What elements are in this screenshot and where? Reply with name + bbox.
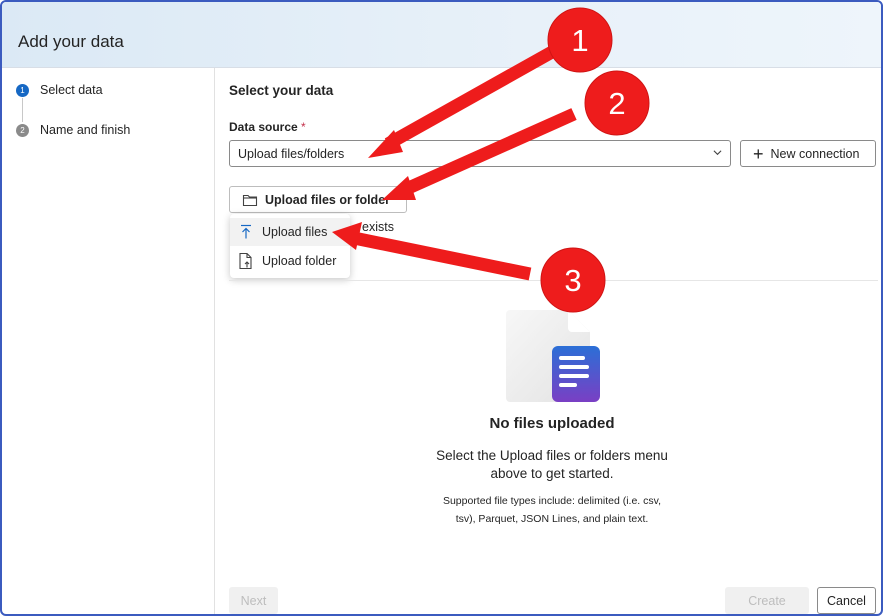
data-source-label: Data source *	[229, 120, 306, 134]
supported-file-types: Supported file types include: delimited …	[442, 495, 662, 525]
cancel-button[interactable]: Cancel	[817, 587, 876, 614]
new-connection-button[interactable]: + New connection	[740, 140, 876, 167]
annotation-badge-2: 2	[584, 70, 650, 136]
empty-document-icon	[506, 310, 600, 402]
step-number: 1	[16, 83, 29, 97]
wizard-steps: 1 Select data 2 Name and finish	[2, 68, 215, 614]
data-source-value: Upload files/folders	[238, 147, 345, 161]
step-name-and-finish[interactable]: 2 Name and finish	[16, 123, 130, 137]
data-source-select[interactable]: Upload files/folders	[229, 140, 731, 167]
menu-item-label: Upload files	[262, 225, 328, 239]
upload-files-or-folder-button[interactable]: Upload files or folder	[229, 186, 407, 213]
empty-state-title: No files uploaded	[489, 415, 615, 432]
dialog-window: Add your data 1 Select data 2 Name and f…	[0, 0, 883, 616]
divider	[229, 280, 878, 281]
dialog-header: Add your data	[2, 2, 881, 68]
folder-icon	[242, 194, 258, 206]
data-source-label-text: Data source	[229, 120, 298, 134]
folder-upload-icon	[239, 252, 252, 270]
step-number: 2	[16, 123, 29, 137]
step-label: Select data	[40, 83, 103, 97]
step-label: Name and finish	[40, 123, 131, 137]
empty-state-message: Select the Upload files or folders menu …	[436, 448, 668, 481]
menu-item-upload-files[interactable]: Upload files	[230, 218, 350, 246]
upload-button-label: Upload files or folder	[265, 192, 391, 207]
badge-number: 2	[608, 86, 625, 121]
step-select-data[interactable]: 1 Select data	[16, 83, 103, 97]
menu-item-label: Upload folder	[262, 254, 337, 268]
upload-arrow-icon	[241, 224, 251, 239]
chevron-down-icon	[713, 150, 722, 156]
dialog-title: Add your data	[18, 32, 124, 51]
step-connector	[22, 98, 23, 122]
create-button[interactable]: Create	[725, 587, 809, 614]
menu-item-upload-folder[interactable]: Upload folder	[230, 247, 350, 275]
section-title: Select your data	[229, 83, 334, 98]
upload-menu: Upload files Upload folder	[230, 214, 350, 278]
new-connection-label: New connection	[770, 146, 860, 161]
exists-text: exists	[362, 220, 394, 234]
required-mark: *	[301, 120, 306, 134]
plus-icon: +	[753, 143, 764, 164]
next-button[interactable]: Next	[229, 587, 278, 614]
